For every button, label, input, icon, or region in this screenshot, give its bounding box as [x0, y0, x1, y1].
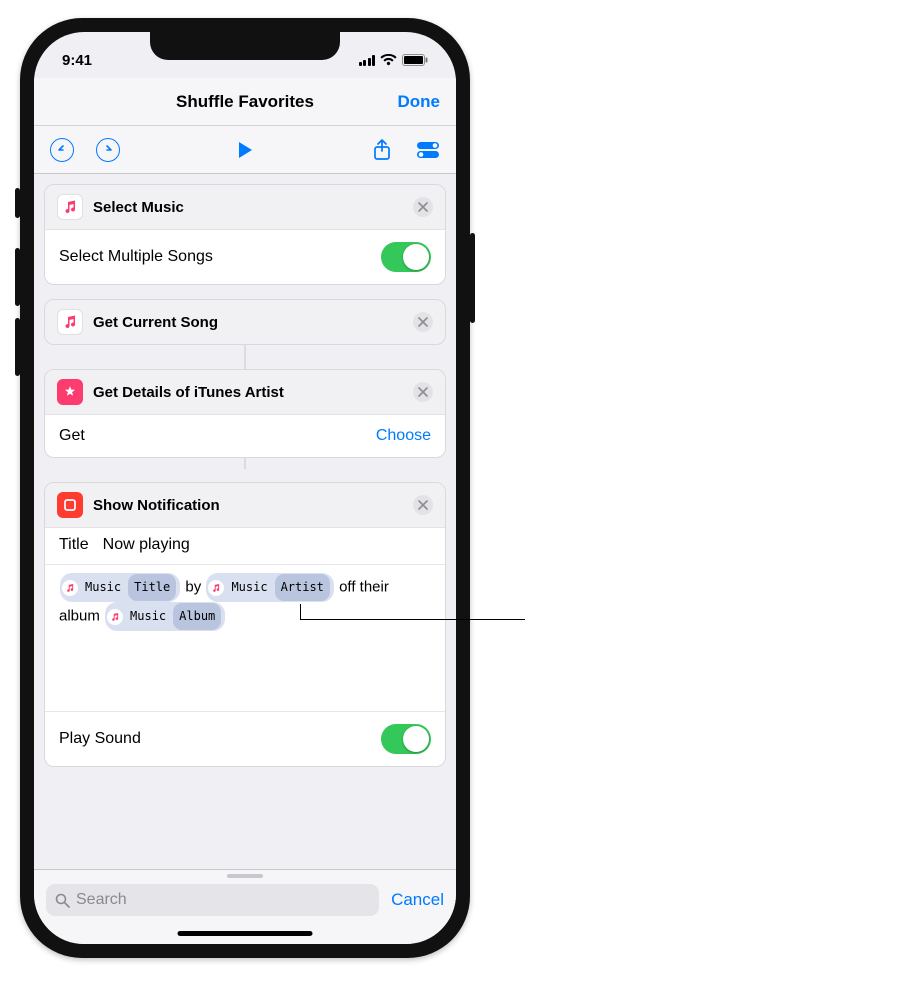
action-get-current-song: Get Current Song: [44, 299, 446, 345]
token-main: Music: [228, 575, 270, 600]
music-icon: [62, 580, 78, 596]
undo-button[interactable]: [48, 136, 76, 164]
variable-token[interactable]: MusicAlbum: [105, 602, 225, 631]
done-button[interactable]: Done: [398, 92, 441, 112]
row-label: Select Multiple Songs: [59, 248, 213, 266]
screen: 9:41 Shuffle Favorites Done: [34, 32, 456, 944]
music-icon: [57, 309, 83, 335]
battery-icon: [402, 54, 428, 66]
token-sub: Artist: [275, 574, 330, 601]
action-title: Get Current Song: [93, 314, 413, 331]
title-field-value[interactable]: Now playing: [103, 536, 190, 554]
run-button[interactable]: [231, 136, 259, 164]
remove-action-button[interactable]: [413, 382, 433, 402]
action-select-music: Select Music Select Multiple Songs: [44, 184, 446, 285]
settings-button[interactable]: [414, 136, 442, 164]
actions-list[interactable]: Select Music Select Multiple Songs: [34, 174, 456, 869]
choose-button[interactable]: Choose: [376, 427, 431, 445]
token-sub: Title: [128, 574, 176, 601]
mute-switch: [15, 188, 20, 218]
music-icon: [107, 609, 123, 625]
side-button: [470, 233, 475, 323]
variable-token[interactable]: MusicArtist: [206, 573, 333, 602]
share-button[interactable]: [368, 136, 396, 164]
music-icon: [57, 194, 83, 220]
remove-action-button[interactable]: [413, 312, 433, 332]
remove-action-button[interactable]: [413, 495, 433, 515]
navbar: Shuffle Favorites Done: [34, 78, 456, 126]
row-play-sound: Play Sound: [45, 711, 445, 766]
status-time: 9:41: [62, 52, 92, 69]
bottom-bar: Search Cancel: [34, 869, 456, 944]
music-icon: [208, 580, 224, 596]
toggle-select-multiple[interactable]: [381, 242, 431, 272]
row-label: Play Sound: [59, 730, 141, 748]
title-field-label: Title: [59, 536, 89, 554]
volume-down: [15, 318, 20, 376]
callout-line: [300, 619, 525, 620]
token-main: Music: [127, 604, 169, 629]
action-group: Get Current Song Get Details of iTunes A…: [44, 299, 446, 767]
page-title: Shuffle Favorites: [176, 92, 314, 112]
notification-icon: [57, 492, 83, 518]
action-title: Show Notification: [93, 497, 413, 514]
message-field[interactable]: MusicTitle by MusicArtist off their albu…: [45, 564, 445, 711]
toggle-play-sound[interactable]: [381, 724, 431, 754]
toolbar: [34, 126, 456, 174]
row-title[interactable]: Title Now playing: [45, 528, 445, 564]
volume-up: [15, 248, 20, 306]
itunes-icon: [57, 379, 83, 405]
action-show-notification: Show Notification Title Now playing Musi…: [44, 482, 446, 767]
token-sub: Album: [173, 603, 221, 630]
action-title: Select Music: [93, 199, 413, 216]
action-title: Get Details of iTunes Artist: [93, 384, 413, 401]
cellular-icon: [359, 55, 376, 66]
remove-action-button[interactable]: [413, 197, 433, 217]
row-get: Get Choose: [45, 415, 445, 457]
search-icon: [55, 893, 70, 908]
action-get-details-itunes-artist: Get Details of iTunes Artist Get Choose: [44, 369, 446, 458]
home-indicator[interactable]: [178, 931, 313, 936]
token-main: Music: [82, 575, 124, 600]
search-input[interactable]: Search: [46, 884, 379, 916]
status-right: [359, 54, 429, 66]
search-placeholder: Search: [76, 891, 127, 909]
row-select-multiple: Select Multiple Songs: [45, 230, 445, 284]
phone-frame: 9:41 Shuffle Favorites Done: [20, 18, 470, 958]
wifi-icon: [380, 54, 397, 66]
grabber-handle[interactable]: [227, 874, 263, 878]
redo-button[interactable]: [94, 136, 122, 164]
variable-token[interactable]: MusicTitle: [60, 573, 180, 602]
row-label: Get: [59, 427, 85, 445]
notch: [150, 32, 340, 60]
cancel-button[interactable]: Cancel: [391, 890, 444, 910]
